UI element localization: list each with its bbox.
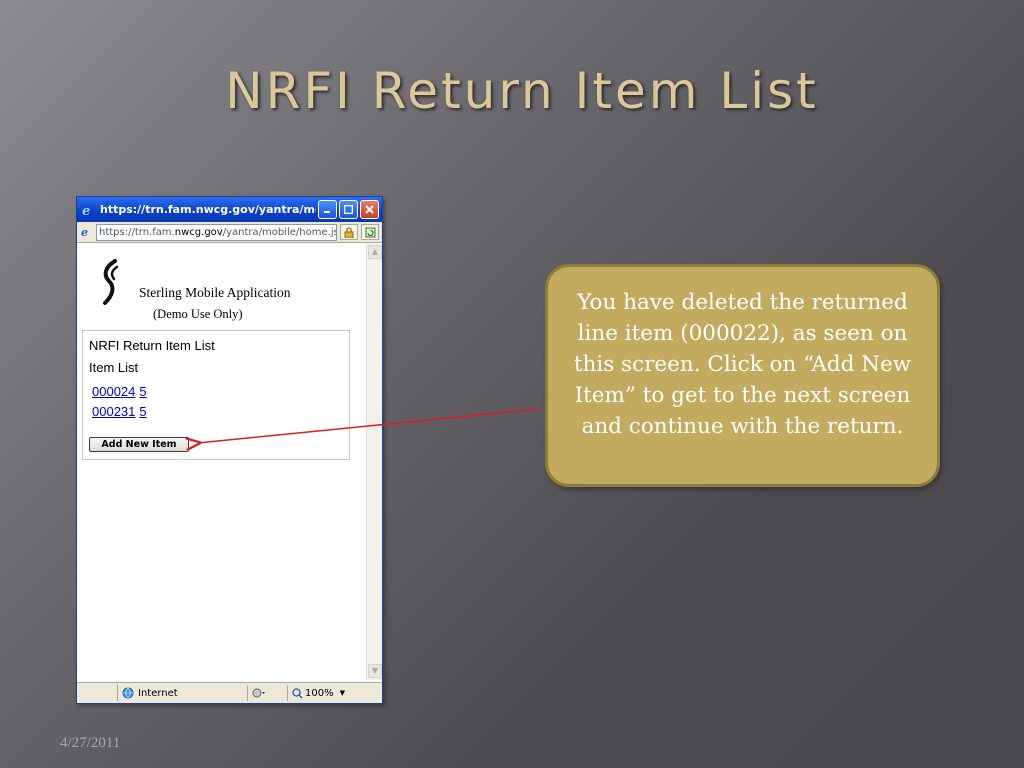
item-list-panel: NRFI Return Item List Item List 000024 5 … [82,330,350,460]
status-zone: Internet [117,685,247,701]
slide-date: 4/27/2011 [60,735,121,751]
maximize-icon[interactable] [339,200,358,219]
svg-text:e: e [82,204,90,217]
app-name: Sterling Mobile Application [139,285,291,300]
window-title: https://trn.fam.nwcg.gov/yantra/mob… [100,203,316,216]
list-title: Item List [89,360,139,375]
panel-title: NRFI Return Item List [89,338,215,353]
list-item: 000231 5 [92,404,151,419]
callout-box: You have deleted the returned line item … [545,264,940,487]
refresh-icon[interactable] [361,224,379,240]
page-content: Sterling Mobile Application (Demo Use On… [77,243,382,680]
browser-titlebar[interactable]: e https://trn.fam.nwcg.gov/yantra/mob… [77,197,382,222]
slide-title: NRFI Return Item List [225,62,819,120]
globe-icon [122,687,134,699]
address-domain: nwcg.gov [174,226,223,238]
address-prefix: https://trn.fam. [99,226,175,238]
item-link[interactable]: 000231 [92,404,135,419]
lock-icon[interactable] [340,224,358,240]
vertical-scrollbar[interactable]: ▲ ▼ [366,243,382,680]
chevron-down-icon: ▼ [339,689,345,697]
zoom-icon [292,687,303,699]
app-subtitle: (Demo Use Only) [153,307,243,321]
item-link[interactable]: 000024 [92,384,135,399]
callout-text: You have deleted the returned line item … [573,290,912,439]
address-bar: e https://trn.fam. nwcg.gov/yantra/mobile… [77,222,382,243]
address-suffix: /yantra/mobile/home.jsp [222,226,337,238]
minimize-icon[interactable] [318,200,337,219]
zoom-level: 100% [305,687,334,699]
status-bar: Internet 100% ▼ [77,682,382,703]
protected-mode-icon[interactable] [247,685,287,701]
zoom-control[interactable]: 100% ▼ [287,685,357,701]
item-qty-link[interactable]: 5 [139,404,146,419]
sterling-logo [99,257,127,311]
ie-icon: e [80,202,96,218]
address-field[interactable]: https://trn.fam. nwcg.gov/yantra/mobile/h… [96,223,337,241]
svg-text:e: e [81,226,88,238]
list-item: 000024 5 [92,384,151,399]
page-icon: e [80,225,94,239]
browser-window: e https://trn.fam.nwcg.gov/yantra/mob… e… [76,196,383,704]
scroll-up-icon[interactable]: ▲ [368,245,382,259]
add-new-item-button[interactable]: Add New Item [89,437,189,452]
status-zone-label: Internet [138,687,178,699]
close-icon[interactable] [360,200,379,219]
item-qty-link[interactable]: 5 [139,384,146,399]
scroll-down-icon[interactable]: ▼ [368,664,382,678]
